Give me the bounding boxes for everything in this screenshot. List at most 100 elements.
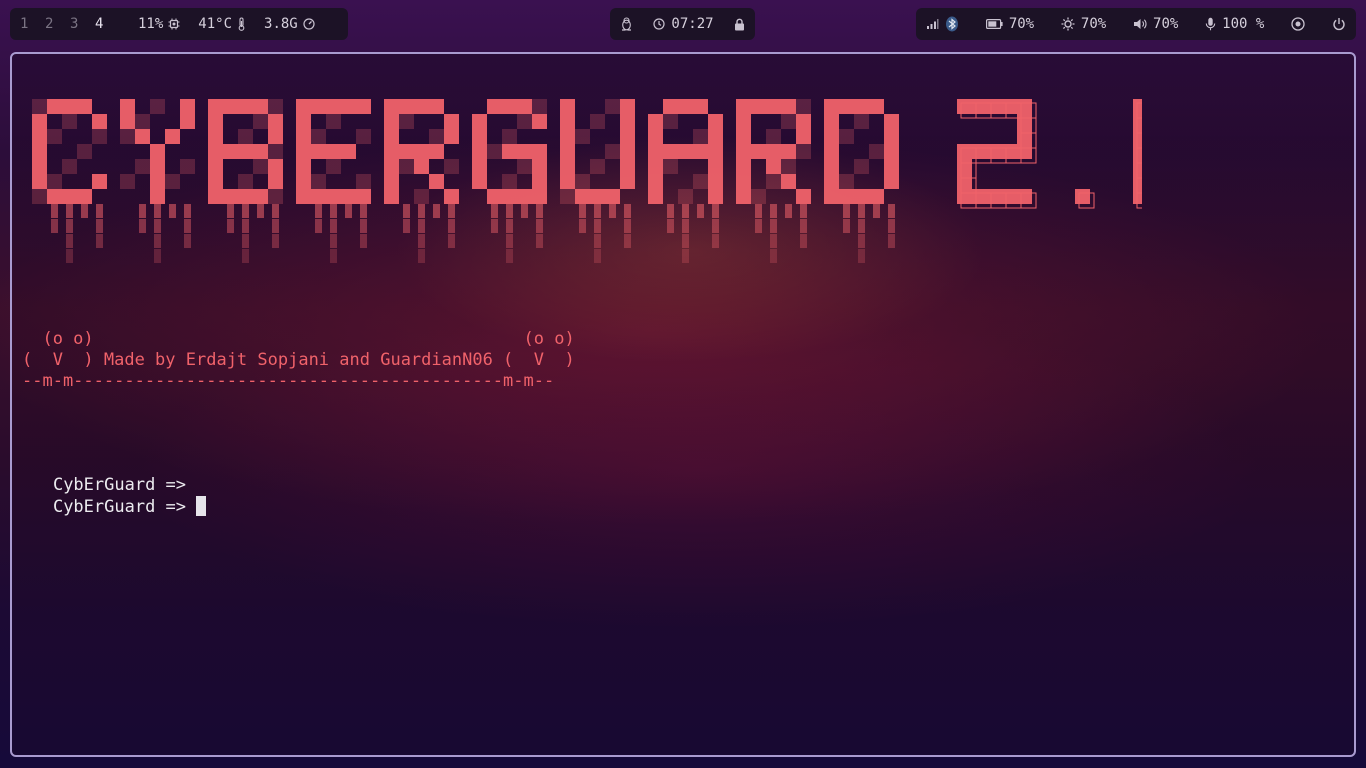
banner-pixel [854,159,869,174]
banner-pixel [751,144,766,159]
banner-pixel [594,249,601,263]
banner-pixel [268,174,283,189]
banner-pixel [208,174,223,189]
bluetooth-icon[interactable] [945,16,959,32]
brightness-indicator[interactable]: 70% [1061,16,1106,32]
banner-pixel [858,234,865,248]
banner-pixel [800,234,807,248]
banner-pixel [620,114,635,129]
workspace-2[interactable]: 2 [45,16,70,32]
record-icon[interactable] [1291,17,1305,31]
workspace-1[interactable]: 1 [20,16,45,32]
banner-pixel [663,159,678,174]
banner-pixel [311,99,326,114]
banner-pixel [487,99,502,114]
banner-pixel [517,99,532,114]
signal-icon[interactable] [926,18,939,30]
microphone-indicator[interactable]: 100 % [1205,16,1264,32]
banner-pixel [770,234,777,248]
banner-pixel [682,204,689,218]
banner-pixel [869,144,884,159]
banner-pixel [506,249,513,263]
terminal-window[interactable]: (o o) (o o) ( V ) Made by Erdajt Sopjani… [10,52,1356,757]
banner-pixel [869,99,884,114]
banner-pixel [341,189,356,204]
banner-pixel [506,219,513,233]
banner-pixel [77,144,92,159]
banner-pixel [888,204,895,218]
banner-pixel [781,174,796,189]
banner-pixel [839,189,854,204]
banner-pixel [590,189,605,204]
banner-pixel [796,99,811,114]
banner-pixel [384,189,399,204]
banner-pixel [648,189,663,204]
banner-pixel [92,114,107,129]
banner-pixel [605,189,620,204]
linux-tux-icon[interactable] [620,17,633,31]
workspace-3[interactable]: 3 [70,16,95,32]
banner-pixel [620,174,635,189]
banner-pixel [296,144,311,159]
banner-pixel [208,129,223,144]
banner-pixel [444,129,459,144]
lock-icon[interactable] [734,18,745,31]
banner-pixel [736,144,751,159]
banner-pixel [330,219,337,233]
prompt-text: CybErGuard => [52,497,187,517]
banner-pixel [360,234,367,248]
cpu-icon [168,18,180,30]
banner-pixel [873,204,880,218]
volume-indicator[interactable]: 70% [1133,16,1178,32]
memory-gauge-icon [303,18,315,30]
clock[interactable]: 07:27 [653,16,714,32]
banner-pixel [854,99,869,114]
banner-pixel [839,174,854,189]
banner-pixel [575,189,590,204]
banner-pixel [521,204,528,218]
banner-pixel [972,144,987,159]
banner-pixel [296,114,311,129]
banner-pixel [429,99,444,114]
banner-pixel [858,204,865,218]
banner-pixel [51,204,58,218]
banner-pixel [1017,99,1032,114]
banner-pixel [32,174,47,189]
banner-pixel [238,174,253,189]
battery-indicator[interactable]: 70% [985,16,1034,32]
banner-pixel [32,159,47,174]
banner-pixel [663,99,678,114]
banner-pixel [165,129,180,144]
banner-pixel [223,99,238,114]
banner-pixel [403,204,410,218]
banner-pixel [311,144,326,159]
banner-pixel [560,129,575,144]
banner-pixel [502,99,517,114]
banner-pixel [66,219,73,233]
banner-pixel [227,204,234,218]
banner-pixel [326,189,341,204]
banner-pixel [208,114,223,129]
banner-pixel [472,114,487,129]
banner-pixel [418,204,425,218]
banner-pixel [532,114,547,129]
banner-pixel [345,204,352,218]
banner-pixel [184,219,191,233]
power-icon[interactable] [1332,17,1346,31]
banner-pixel [693,144,708,159]
banner-pixel [620,129,635,144]
banner-pixel [208,159,223,174]
connectivity [926,16,959,32]
banner-pixel [47,129,62,144]
banner-pixel [154,219,161,233]
banner-pixel [506,204,513,218]
banner-pixel [360,204,367,218]
banner-pixel [594,204,601,218]
workspace-4[interactable]: 4 [95,16,120,32]
banner-pixel [242,249,249,263]
banner-pixel [781,114,796,129]
banner-pixel [472,144,487,159]
banner-pixel [399,114,414,129]
prompt-line-2[interactable]: CybErGuard => [12,475,207,539]
banner-pixel [800,204,807,218]
